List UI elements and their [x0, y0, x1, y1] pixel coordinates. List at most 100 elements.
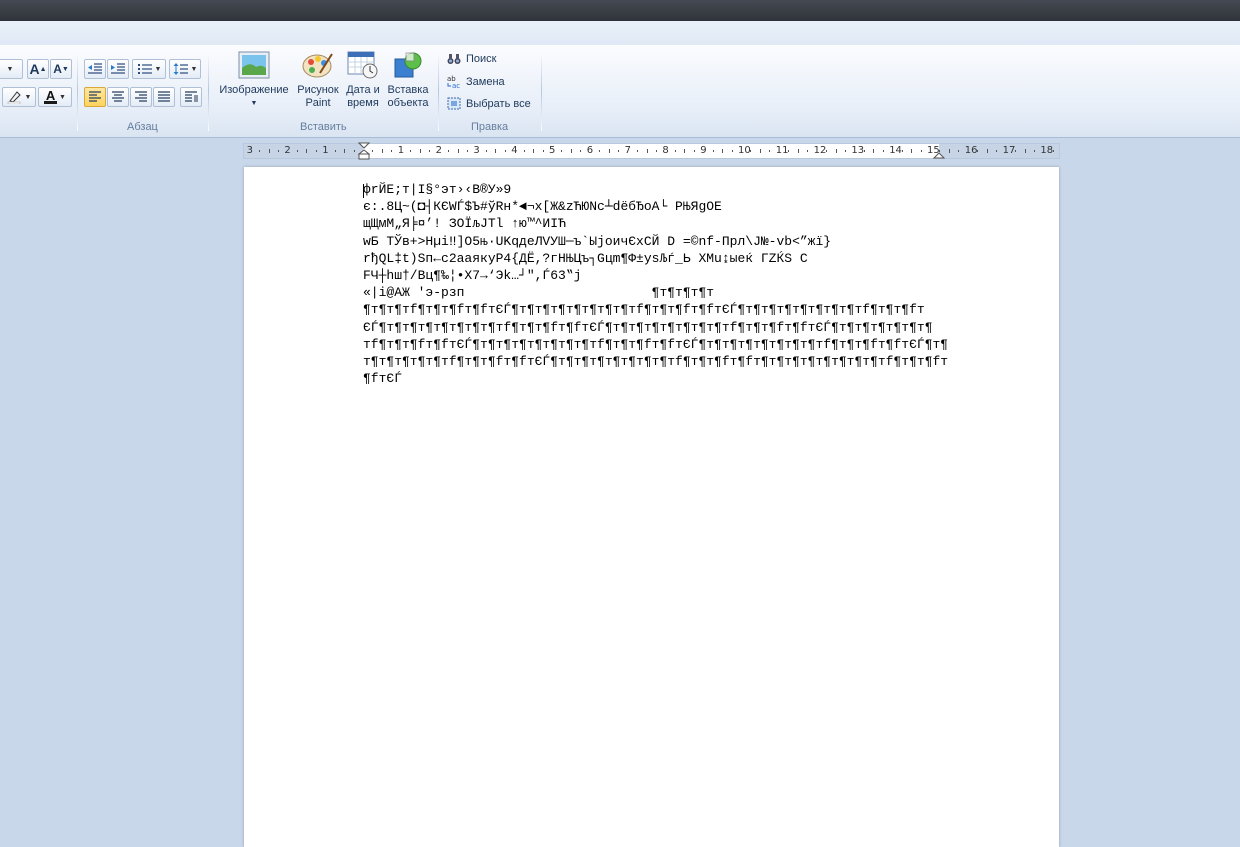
ruler-number: 8 — [662, 145, 669, 156]
ruler-left-margin — [244, 144, 363, 158]
insert-paint-drawing-button[interactable]: Рисунок Paint — [295, 51, 341, 110]
insert-object-button[interactable]: Вставка объекта — [385, 51, 431, 110]
ruler-number: 5 — [549, 145, 556, 156]
ruler-tick — [882, 150, 884, 152]
insert-image-button[interactable]: Изображение ▼ — [214, 51, 294, 110]
ruler-tick — [986, 149, 988, 153]
ruler-tick — [939, 150, 941, 152]
select-all-icon — [447, 97, 461, 110]
ruler-tick — [296, 150, 298, 152]
find-button[interactable]: Поиск — [447, 53, 496, 65]
increase-indent-icon — [111, 63, 125, 74]
insert-group-label: Вставить — [300, 121, 347, 133]
ruler-tick — [958, 150, 960, 152]
document-page[interactable]: фrЙЕ;т|I§°эт›‹В®У»9 є:.8Ц~(◘┤КЄWЃ$Ъ#ўRн*◄… — [244, 167, 1059, 847]
ribbon: ▼ A ▲ A ▼ ▼ A ▼ ▼ ▼ Абзац Изображение ▼ … — [0, 45, 1240, 138]
ruler-tick — [315, 150, 317, 152]
ruler-tick — [901, 150, 903, 152]
paint-palette-icon — [302, 53, 333, 78]
document-line: wБ ТЎв+>Нµі‼]О5њ·UKqдеЛVУШ─ъ`ЫјоичЄхСЙ D… — [363, 233, 832, 249]
ruler-tick — [268, 149, 270, 153]
document-line: т¶т¶т¶т¶т¶тf¶т¶т¶fт¶fтЄЃ¶т¶т¶т¶т¶т¶т¶т¶т… — [363, 354, 949, 370]
ruler-tick — [485, 150, 487, 152]
ruler-number: 2 — [435, 145, 442, 156]
ruler-tick — [750, 150, 752, 152]
paragraph-group-label: Абзац — [127, 121, 158, 133]
select-all-button[interactable]: Выбрать все — [447, 97, 531, 110]
highlight-color-button[interactable]: ▼ — [2, 87, 36, 107]
ruler-tick — [826, 150, 828, 152]
ruler-tick — [353, 150, 355, 152]
document-text[interactable]: фrЙЕ;т|I§°эт›‹В®У»9 є:.8Ц~(◘┤КЄWЃ$Ъ#ўRн*◄… — [363, 181, 963, 387]
calendar-clock-icon — [347, 51, 378, 79]
insert-date-time-button[interactable]: Дата и время — [342, 51, 384, 110]
ruler-number: 14 — [889, 145, 902, 156]
ruler-number: 1 — [397, 145, 405, 156]
document-line: фrЙЕ;т|I§°эт›‹В®У»9 — [363, 182, 512, 197]
ruler-tick — [448, 150, 450, 152]
decrease-indent-icon — [88, 63, 102, 74]
ruler-tick — [920, 150, 922, 152]
ruler-number: 9 — [700, 145, 707, 156]
ruler-tick — [542, 150, 544, 152]
ruler-tick — [570, 149, 572, 153]
chevron-down-icon: ▼ — [59, 93, 66, 101]
align-center-icon — [112, 91, 124, 102]
ruler-tick — [561, 150, 563, 152]
document-line: ¶fтЄЃ — [363, 371, 403, 387]
paragraph-settings-button[interactable] — [180, 87, 202, 107]
document-line: rђQL‡t)Sп←с2аaякуР4{ДЁ,?гНЊЦъ┐Gцm¶Ф±уsЉѓ… — [363, 250, 808, 266]
group-separator — [208, 51, 209, 131]
decrease-indent-button[interactable] — [84, 59, 106, 79]
ruler-tick — [1052, 150, 1054, 152]
binoculars-icon — [447, 54, 461, 64]
ruler-tick — [381, 149, 383, 153]
ruler-tick — [637, 150, 639, 152]
ruler-tick — [495, 149, 497, 153]
document-line: FЧ┼hш†/Вц¶‰¦•Х7→‘Эk…┘",Ѓ63‟j — [363, 268, 582, 284]
document-line: є:.8Ц~(◘┤КЄWЃ$Ъ#ўRн*◄¬х[Ж&zЋЮNс┴dёбЂоА└ … — [363, 199, 722, 215]
justify-icon — [158, 91, 170, 102]
grow-font-button[interactable]: A ▲ — [27, 59, 49, 79]
line-spacing-button[interactable]: ▼ — [169, 59, 201, 79]
ruler-number: 13 — [851, 145, 865, 156]
ruler-number: 12 — [813, 145, 827, 156]
ruler-number: 11 — [775, 145, 789, 156]
font-color-bar — [44, 101, 58, 104]
insert-object-icon — [394, 52, 422, 78]
ruler-tick — [599, 150, 601, 152]
align-center-button[interactable] — [107, 87, 129, 107]
ruler-tick — [655, 150, 657, 152]
horizontal-ruler[interactable]: 3 2 1 1 2 3 4 5 6 7 8 9 10 11 12 13 14 15 16 17 18 — [243, 142, 1060, 160]
document-line: щЩмМ„Я╞¤’! ЗОЇљЈТl ↑ю™^ИІЋ — [363, 216, 566, 232]
ruler-tick — [523, 150, 525, 152]
ruler-number: 4 — [511, 145, 518, 156]
ruler-tick — [410, 150, 412, 152]
document-line: тf¶т¶т¶fт¶fтЄЃ¶т¶т¶т¶т¶т¶т¶т¶тf¶т¶т¶fт¶f… — [363, 336, 949, 352]
ruler-tick — [533, 149, 535, 153]
ruler-tick — [797, 149, 799, 153]
first-line-indent-marker[interactable] — [358, 142, 370, 160]
window-title-bar — [0, 0, 1240, 21]
ruler-tick — [769, 150, 771, 152]
ruler-tick — [306, 149, 308, 153]
replace-button[interactable]: ab ac Замена — [447, 75, 505, 89]
ruler-tick — [277, 150, 279, 152]
justify-button[interactable] — [153, 87, 175, 107]
ruler-tick — [608, 149, 610, 153]
shrink-font-button[interactable]: A ▼ — [50, 59, 72, 79]
chevron-down-icon: ▼ — [6, 65, 14, 73]
increase-indent-button[interactable] — [107, 59, 129, 79]
font-size-dropdown[interactable]: ▼ — [0, 59, 23, 79]
ruler-tick — [674, 150, 676, 152]
svg-text:ac: ac — [452, 82, 460, 89]
align-right-button[interactable] — [130, 87, 152, 107]
grow-arrow-icon: ▲ — [39, 65, 47, 73]
document-line: ЄЃ¶т¶т¶т¶т¶т¶т¶т¶тf¶т¶т¶fт¶fтЄЃ¶т¶т¶т¶т¶… — [363, 319, 933, 335]
shrink-arrow-icon: ▼ — [61, 65, 69, 73]
font-color-button[interactable]: A ▼ — [38, 87, 72, 107]
document-line: «|i@АЖ 'э-рзп ¶т¶т¶т¶т — [363, 285, 715, 301]
ruler-number: 6 — [586, 145, 594, 156]
bullet-list-button[interactable]: ▼ — [132, 59, 166, 79]
align-left-button[interactable] — [84, 87, 106, 107]
